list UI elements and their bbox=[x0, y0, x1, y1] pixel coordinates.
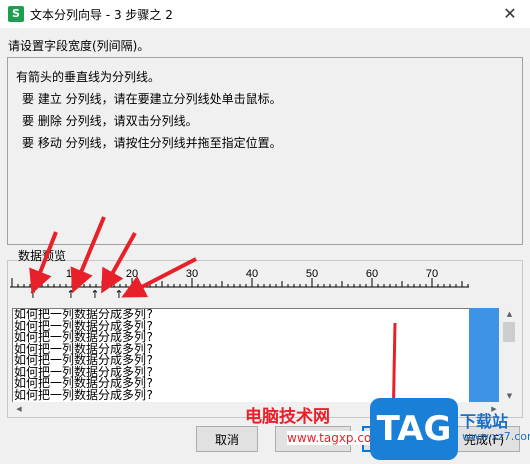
watermark-text: 电脑技术网 bbox=[245, 407, 330, 427]
ruler-tick-label: 10 bbox=[66, 268, 78, 280]
preview-label: 数据预览 bbox=[18, 249, 67, 263]
help-box: 有箭头的垂直线为分列线。 要 建立 分列线，请在要建立分列线处单击鼠标。 要 删… bbox=[7, 57, 523, 245]
break-line-arrow-icon: ↑ bbox=[114, 288, 123, 300]
scroll-up-icon[interactable]: ▲ bbox=[501, 308, 518, 320]
break-line-arrow-icon: ↑ bbox=[66, 288, 75, 300]
window-title: 文本分列向导 - 3 步骤之 2 bbox=[30, 8, 173, 22]
vertical-scroll-thumb[interactable] bbox=[503, 322, 515, 342]
help-line-2: 要 建立 分列线，请在要建立分列线处单击鼠标。 bbox=[22, 92, 282, 106]
ruler-tick-label: 50 bbox=[306, 268, 318, 280]
ruler-tick-label: 30 bbox=[186, 268, 198, 280]
title-bar: S 文本分列向导 - 3 步骤之 2 ✕ bbox=[0, 0, 530, 28]
watermark-url: www.tagxp.com bbox=[287, 431, 383, 445]
cancel-button[interactable]: 取消 bbox=[196, 426, 258, 452]
scroll-down-icon[interactable]: ▼ bbox=[501, 390, 518, 402]
close-icon[interactable]: ✕ bbox=[490, 0, 530, 28]
selected-column[interactable] bbox=[469, 308, 499, 402]
scroll-left-icon[interactable]: ◀ bbox=[12, 402, 26, 416]
instruction-text: 请设置字段宽度(列间隔)。 bbox=[8, 39, 150, 53]
help-line-4: 要 移动 分列线，请按住分列线并拖至指定位置。 bbox=[22, 136, 282, 150]
help-line-3: 要 删除 分列线，请双击分列线。 bbox=[22, 114, 198, 128]
break-line-markers: ↑ ↑ ↑ ↑ bbox=[28, 288, 123, 300]
help-line-1: 有箭头的垂直线为分列线。 bbox=[16, 70, 161, 84]
preview-data-area[interactable]: 如何把一列数据分成多列? 如何把一列数据分成多列? 如何把一列数据分成多列? 如何把一… bbox=[12, 308, 470, 404]
watermark-site: www.xz7.com bbox=[462, 430, 530, 443]
column-ruler[interactable]: 10 20 30 40 50 60 70 ↑ ↑ ↑ ↑ bbox=[10, 268, 470, 300]
ruler-tick-label: 70 bbox=[426, 268, 438, 280]
ruler-tick-label: 60 bbox=[366, 268, 378, 280]
watermark-download: 下载站 bbox=[460, 412, 509, 431]
ruler-ticks bbox=[11, 278, 469, 287]
ruler-labels: 10 20 30 40 50 60 70 bbox=[66, 268, 438, 280]
break-line-arrow-icon: ↑ bbox=[28, 288, 37, 300]
break-line-arrow-icon: ↑ bbox=[90, 288, 99, 300]
app-icon: S bbox=[8, 6, 24, 22]
ruler-tick-label: 40 bbox=[246, 268, 258, 280]
watermark-tag-logo: TAG bbox=[370, 398, 458, 460]
ruler-tick-label: 20 bbox=[126, 268, 138, 280]
